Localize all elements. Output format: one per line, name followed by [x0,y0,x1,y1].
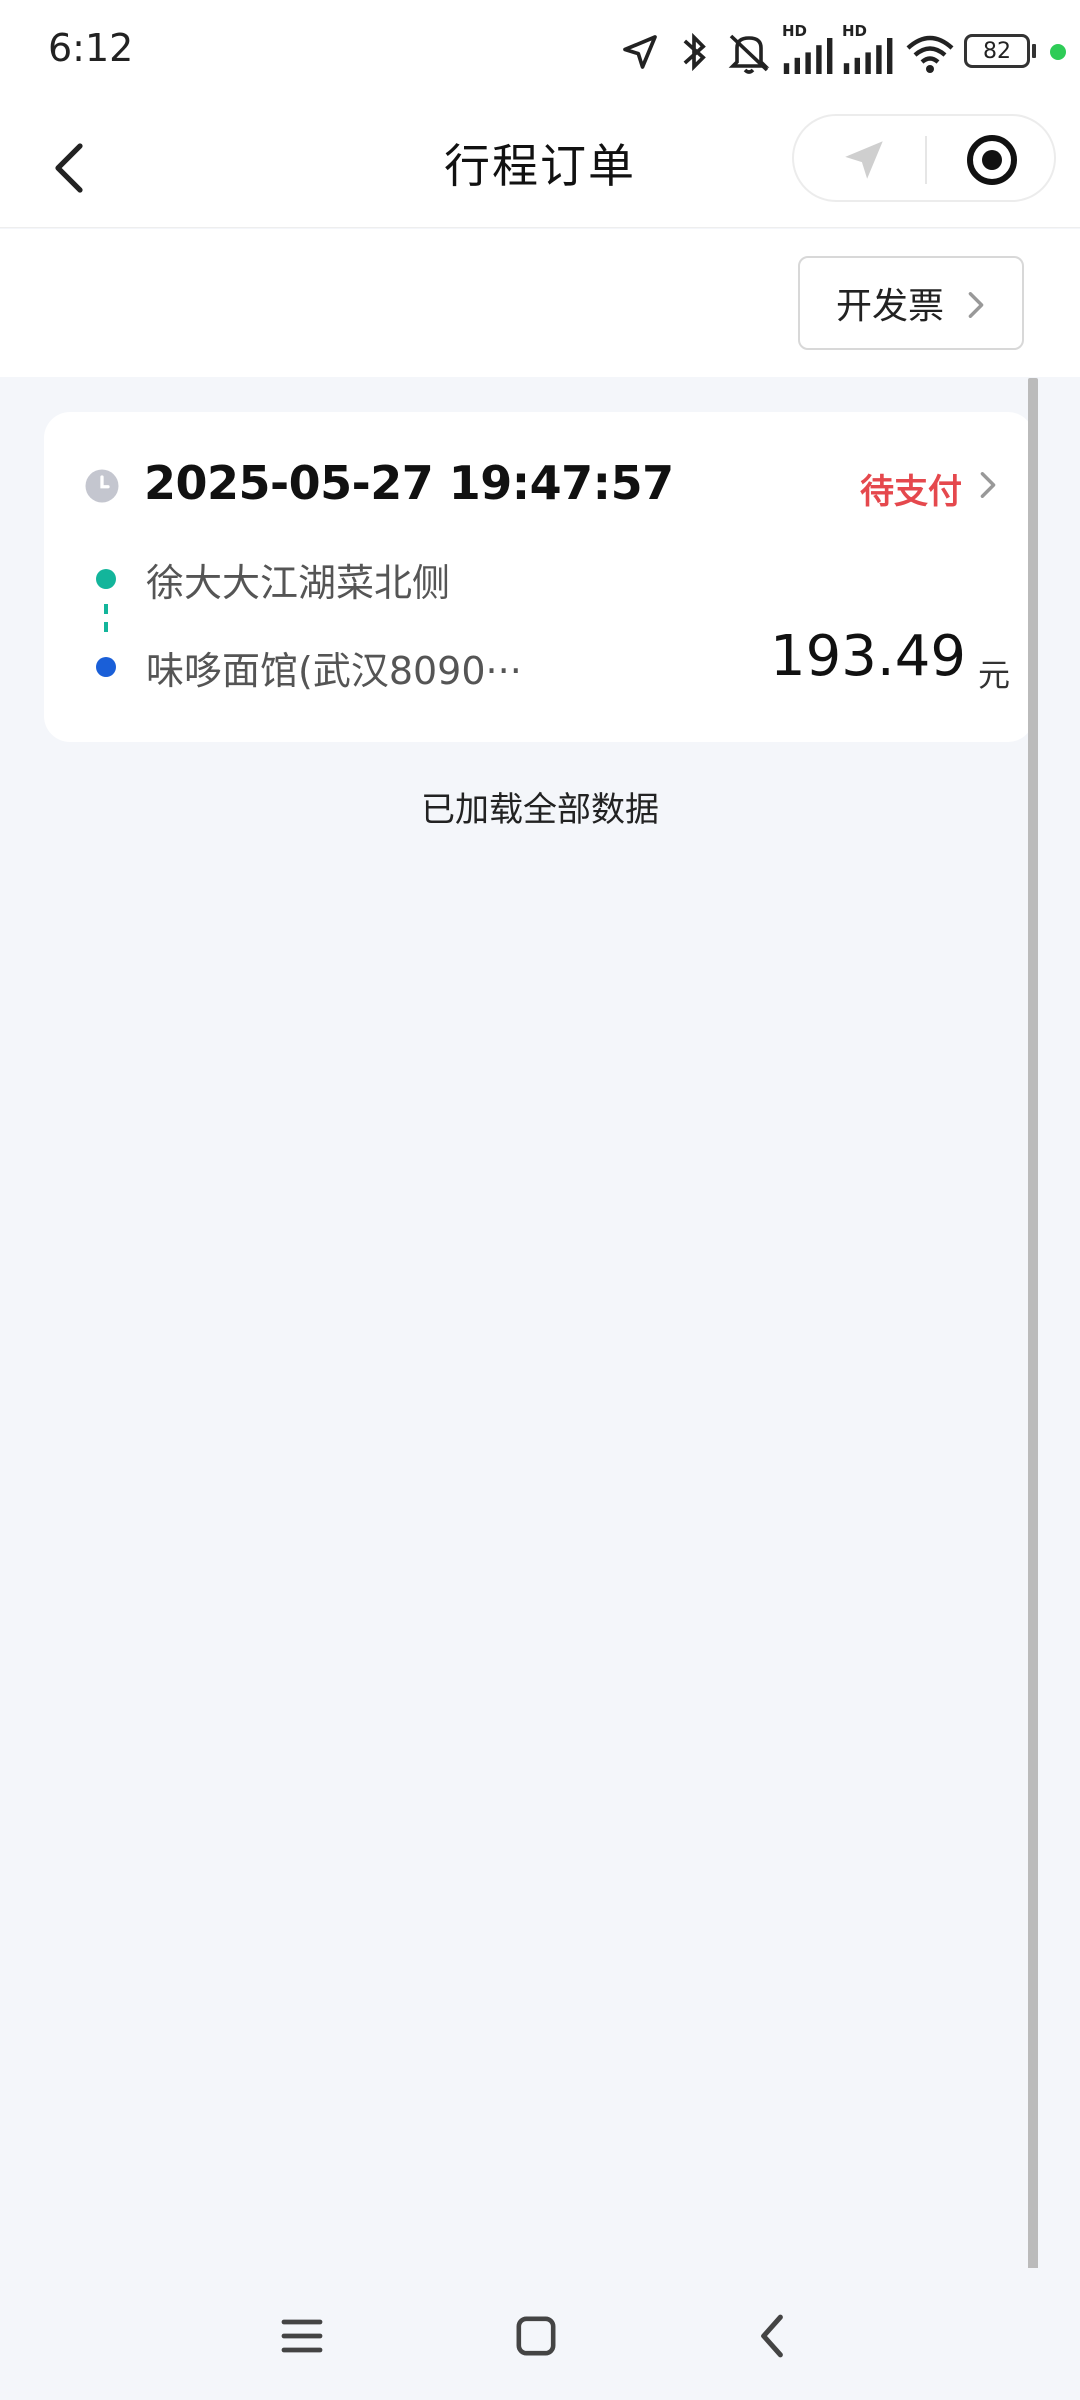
route-dashed-line [104,604,108,640]
privacy-indicator-dot [1050,44,1066,60]
route-end-address: 味哆面馆(武汉8090··· [146,649,522,693]
target-circle-icon [967,135,1017,185]
order-list[interactable]: 2025-05-27 19:47:57 待支付 徐大大江湖菜北侧 味哆面馆(武汉… [0,378,1080,2268]
status-time: 6:12 [48,26,134,70]
mute-icon [728,34,770,74]
capsule-divider [925,136,927,184]
signal-icon [783,38,833,74]
location-arrow-icon [623,35,657,69]
scrollbar[interactable] [1028,378,1038,2270]
clock-icon [85,469,119,503]
order-card[interactable]: 2025-05-27 19:47:57 待支付 徐大大江湖菜北侧 味哆面馆(武汉… [44,412,1034,742]
end-of-list-text: 已加载全部数据 [421,790,659,830]
chevron-left-icon [761,2314,783,2358]
mini-program-capsule [792,114,1056,202]
invoice-button[interactable]: 开发票 [798,256,1024,350]
system-back-button[interactable] [742,2306,802,2366]
status-bar: 6:12 HD HD 82 [0,0,1080,108]
price-unit: 元 [977,656,1010,694]
status-icons: HD HD 82 [560,22,1080,80]
menu-button[interactable] [272,2306,332,2366]
battery-icon: 82 [964,34,1030,68]
invoice-bar: 开发票 [0,229,1080,377]
start-point-dot [96,569,116,589]
capsule-location-button[interactable] [834,130,894,190]
home-square-icon [516,2316,556,2356]
menu-icon [281,2319,323,2353]
order-price: 193.49 [770,624,966,689]
signal-icon [843,38,893,74]
route-start-address: 徐大大江湖菜北侧 [146,561,451,605]
invoice-label: 开发票 [836,286,945,327]
chevron-right-icon [980,472,996,498]
home-button[interactable] [506,2306,566,2366]
order-status[interactable]: 待支付 [860,464,962,513]
chevron-right-icon [968,292,984,318]
navigation-arrow-icon [845,141,883,179]
system-navigation-bar [0,2268,1080,2400]
capsule-close-button[interactable] [962,130,1022,190]
end-point-dot [96,657,116,677]
order-time: 2025-05-27 19:47:57 [144,456,674,510]
battery-tip [1032,44,1036,58]
wifi-icon [906,35,954,73]
bluetooth-icon [683,32,706,72]
nav-bar: 行程订单 [0,108,1080,228]
battery-level: 82 [983,38,1011,64]
